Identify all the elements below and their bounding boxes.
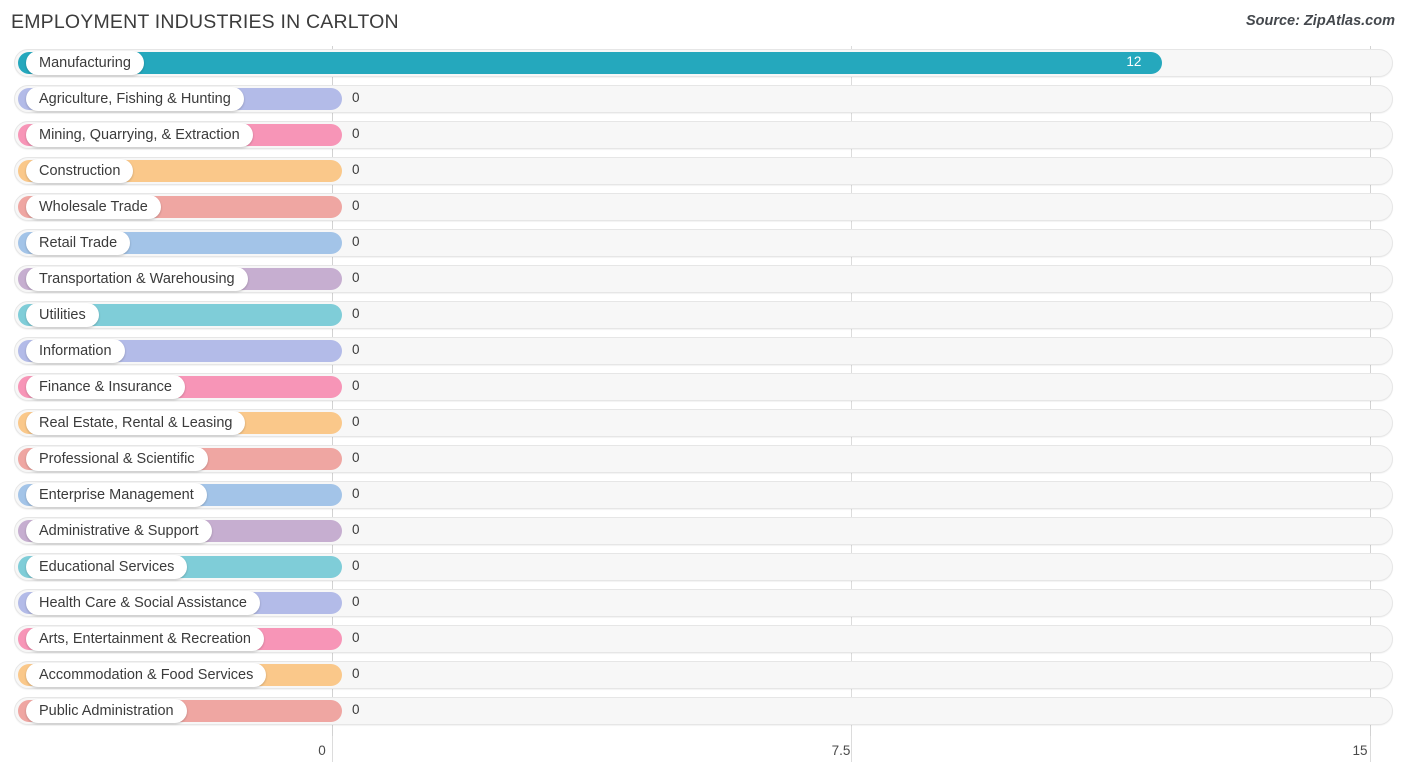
bar-category-label-text: Construction (39, 162, 121, 179)
bar-value-label: 0 (352, 234, 360, 249)
chart-row[interactable]: Utilities 0 (0, 298, 1406, 334)
x-axis-tick-mark (332, 736, 333, 762)
bar-value-label: 0 (352, 702, 360, 717)
bar[interactable] (18, 52, 1163, 74)
x-axis-tick-mark (1370, 736, 1371, 762)
bar-value-label: 0 (352, 522, 360, 537)
bar-category-label: Educational Services (26, 555, 188, 579)
bar-category-label-text: Retail Trade (39, 234, 118, 251)
bar-value-label: 0 (352, 306, 360, 321)
bar-category-label: Professional & Scientific (26, 447, 208, 471)
bar-category-label: Public Administration (26, 699, 187, 723)
bar-category-label: Transportation & Warehousing (26, 267, 248, 291)
chart-row[interactable]: Mining, Quarrying, & Extraction 0 (0, 118, 1406, 154)
source-attribution: Source: ZipAtlas.com (1245, 13, 1395, 29)
chart-plot-area: Manufacturing 12 Agriculture, Fishing & Hu… (0, 46, 1406, 736)
bar-category-label-text: Arts, Entertainment & Recreation (39, 630, 251, 647)
bar-value-label: 0 (352, 414, 360, 429)
x-axis-tick-mark (851, 736, 852, 762)
bar-value-label: 0 (352, 450, 360, 465)
bar-category-label-text: Enterprise Management (39, 486, 194, 503)
bar-category-label: Mining, Quarrying, & Extraction (26, 123, 253, 147)
chart-row[interactable]: Real Estate, Rental & Leasing 0 (0, 406, 1406, 442)
bar-category-label: Administrative & Support (26, 519, 212, 543)
bar-category-label-text: Wholesale Trade (39, 198, 148, 215)
bar-value-label: 0 (352, 558, 360, 573)
x-axis-tick-label: 0 (318, 743, 326, 758)
bar-category-label: Accommodation & Food Services (26, 663, 267, 687)
bar-value-label: 0 (352, 270, 360, 285)
chart-row[interactable]: Information 0 (0, 334, 1406, 370)
bar-value-label: 12 (1126, 54, 1142, 69)
bar-category-label: Wholesale Trade (26, 195, 161, 219)
bar-value-label: 0 (352, 90, 360, 105)
chart-row[interactable]: Retail Trade 0 (0, 226, 1406, 262)
chart-row[interactable]: Professional & Scientific 0 (0, 442, 1406, 478)
x-axis-tick-label: 7.5 (831, 743, 851, 758)
chart-row[interactable]: Public Administration 0 (0, 694, 1406, 730)
chart-row[interactable]: Enterprise Management 0 (0, 478, 1406, 514)
bar-value-label: 0 (352, 594, 360, 609)
bar-category-label: Construction (26, 159, 134, 183)
bar-category-label-text: Transportation & Warehousing (39, 270, 235, 287)
bar-category-label: Finance & Insurance (26, 375, 185, 399)
bar-category-label-text: Administrative & Support (39, 522, 199, 539)
x-axis-tick-label: 15 (1352, 743, 1368, 758)
bar-value-label: 0 (352, 378, 360, 393)
bar-category-label: Utilities (26, 303, 99, 327)
bar-category-label: Enterprise Management (26, 483, 207, 507)
chart-row[interactable]: Wholesale Trade 0 (0, 190, 1406, 226)
chart-row[interactable]: Health Care & Social Assistance 0 (0, 586, 1406, 622)
bar-value-label: 0 (352, 126, 360, 141)
chart-row[interactable]: Educational Services 0 (0, 550, 1406, 586)
chart-row[interactable]: Agriculture, Fishing & Hunting 0 (0, 82, 1406, 118)
bar-category-label-text: Manufacturing (39, 54, 131, 71)
bar-category-label-text: Health Care & Social Assistance (39, 594, 247, 611)
bar-category-label: Health Care & Social Assistance (26, 591, 260, 615)
bar-category-label: Information (26, 339, 125, 363)
bar-category-label: Manufacturing (26, 51, 144, 75)
bar-category-label: Agriculture, Fishing & Hunting (26, 87, 244, 111)
chart-row[interactable]: Arts, Entertainment & Recreation 0 (0, 622, 1406, 658)
bar-category-label: Real Estate, Rental & Leasing (26, 411, 246, 435)
chart-row[interactable]: Administrative & Support 0 (0, 514, 1406, 550)
chart-row[interactable]: Accommodation & Food Services 0 (0, 658, 1406, 694)
chart-row[interactable]: Finance & Insurance 0 (0, 370, 1406, 406)
bar-value-label: 0 (352, 486, 360, 501)
bar-value-label: 0 (352, 630, 360, 645)
bar-category-label: Retail Trade (26, 231, 131, 255)
bar-category-label-text: Real Estate, Rental & Leasing (39, 414, 233, 431)
chart-row[interactable]: Construction 0 (0, 154, 1406, 190)
bar-category-label-text: Utilities (39, 306, 86, 323)
bar-value-label: 0 (352, 342, 360, 357)
bar-category-label-text: Educational Services (39, 558, 175, 575)
bar-value-label: 0 (352, 666, 360, 681)
chart-header: EMPLOYMENT INDUSTRIES IN CARLTON Source:… (0, 0, 1406, 46)
bar-category-label-text: Finance & Insurance (39, 378, 172, 395)
bar-category-label-text: Professional & Scientific (39, 450, 195, 467)
chart-row[interactable]: Manufacturing 12 (0, 46, 1406, 82)
bar-category-label-text: Accommodation & Food Services (39, 666, 254, 683)
x-axis: 0 7.5 15 (0, 736, 1406, 776)
bar-category-label-text: Mining, Quarrying, & Extraction (39, 126, 240, 143)
bar-value-label: 0 (352, 198, 360, 213)
bar-category-label-text: Public Administration (39, 702, 174, 719)
bar-category-label: Arts, Entertainment & Recreation (26, 627, 264, 651)
bar-category-label-text: Agriculture, Fishing & Hunting (39, 90, 231, 107)
bar-category-label-text: Information (39, 342, 112, 359)
page-title: EMPLOYMENT INDUSTRIES IN CARLTON (11, 11, 399, 33)
chart-row[interactable]: Transportation & Warehousing 0 (0, 262, 1406, 298)
bar-value-label: 0 (352, 162, 360, 177)
